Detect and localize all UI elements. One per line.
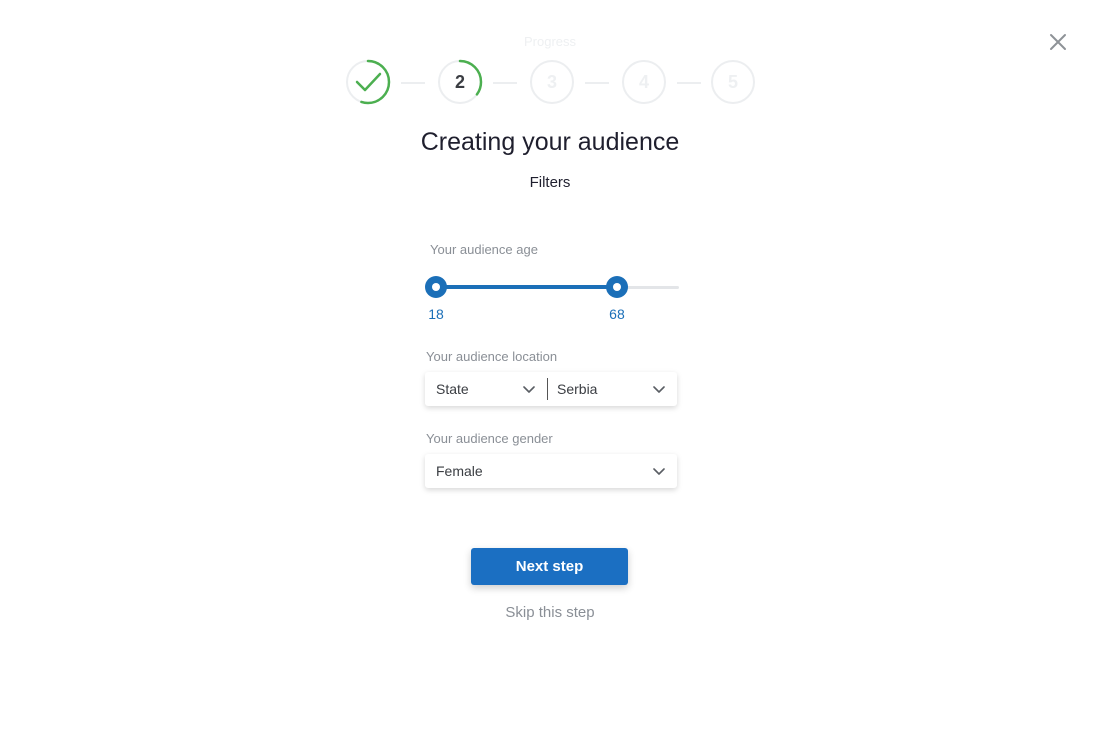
chevron-down-icon [653, 468, 665, 475]
step-2: 2 [437, 59, 483, 105]
location-type-select[interactable]: State [425, 372, 547, 406]
step-connector [677, 82, 701, 84]
step-number: 2 [454, 72, 465, 92]
location-select-group: State Serbia [425, 372, 677, 406]
location-type-value: State [436, 381, 469, 397]
step-number: 5 [727, 72, 738, 92]
chevron-down-icon [523, 386, 535, 393]
gender-value: Female [436, 463, 483, 479]
next-step-button[interactable]: Next step [471, 548, 628, 585]
chevron-down-icon [653, 386, 665, 393]
page-title: Creating your audience [420, 128, 680, 156]
step-3: 3 [529, 59, 575, 105]
step-connector [585, 82, 609, 84]
step-connector [401, 82, 425, 84]
age-min-value: 18 [428, 306, 444, 322]
gender-select-box: Female [425, 454, 677, 488]
gender-select[interactable]: Female [425, 454, 677, 488]
skip-step-link[interactable]: Skip this step [505, 604, 594, 621]
location-label: Your audience location [426, 349, 558, 364]
step-4: 4 [621, 59, 667, 105]
location-place-value: Serbia [557, 381, 598, 397]
gender-label: Your audience gender [426, 431, 553, 446]
age-max-value: 68 [609, 306, 625, 322]
checkmark-icon [355, 72, 382, 92]
slider-min-handle[interactable] [425, 276, 447, 298]
audience-wizard-page: Progress 2 3 4 5 Creating your audience … [0, 0, 1100, 750]
step-1 [345, 59, 391, 105]
step-number: 3 [546, 72, 557, 92]
slider-range [436, 285, 617, 289]
location-place-select[interactable]: Serbia [546, 372, 677, 406]
page-subtitle: Filters [529, 174, 571, 191]
progress-stepper: 2 3 4 5 [0, 0, 1100, 120]
step-5: 5 [710, 59, 756, 105]
step-connector [493, 82, 517, 84]
slider-max-handle[interactable] [605, 276, 628, 298]
age-label: Your audience age [430, 242, 538, 257]
age-range-slider[interactable] [425, 276, 679, 298]
skip-step-link-row: Skip this step [0, 604, 1100, 621]
step-number: 4 [638, 72, 649, 92]
